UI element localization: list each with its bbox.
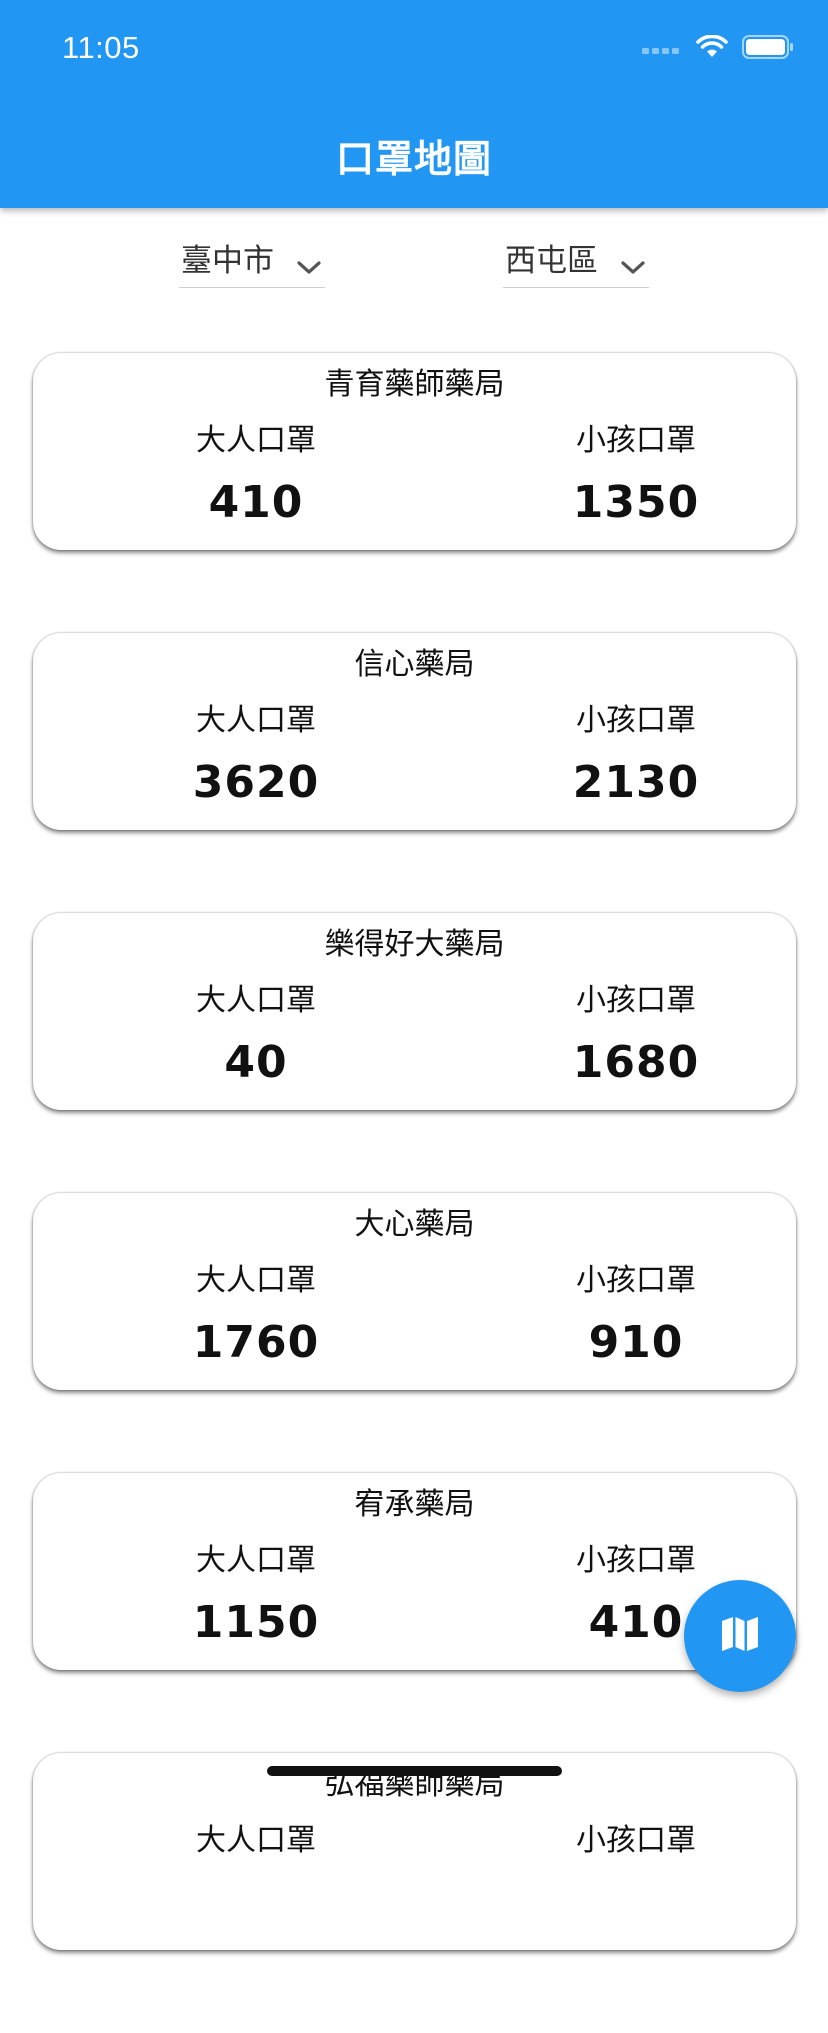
child-mask-label: 小孩口罩	[576, 1543, 696, 1578]
chevron-down-icon	[619, 249, 647, 274]
child-mask-count: 1350	[572, 477, 700, 528]
adult-mask-label: 大人口罩	[196, 703, 316, 738]
map-fab-button[interactable]	[684, 1580, 796, 1692]
child-mask-count: 1680	[572, 1037, 700, 1088]
pharmacy-card[interactable]: 樂得好大藥局 大人口罩 40 小孩口罩 1680	[33, 913, 796, 1110]
adult-mask-count: 3620	[192, 757, 320, 808]
child-mask-column: 小孩口罩	[506, 1815, 766, 1877]
pharmacy-name: 大心藥局	[354, 1207, 475, 1242]
pharmacy-name: 宥承藥局	[354, 1487, 475, 1522]
city-dropdown[interactable]: 臺中市	[179, 228, 325, 288]
child-mask-count: 910	[588, 1317, 684, 1368]
home-indicator	[267, 1766, 562, 1776]
status-time: 11:05	[62, 30, 140, 65]
adult-mask-label: 大人口罩	[196, 1263, 316, 1298]
pharmacy-card[interactable]: 弘福藥師藥局 大人口罩 小孩口罩	[33, 1753, 796, 1950]
pharmacy-name: 樂得好大藥局	[324, 927, 505, 962]
child-mask-column: 小孩口罩 1350	[506, 415, 766, 528]
district-dropdown[interactable]: 西屯區	[503, 228, 649, 288]
pharmacy-card[interactable]: 宥承藥局 大人口罩 1150 小孩口罩 410	[33, 1473, 796, 1670]
adult-mask-column: 大人口罩	[126, 1815, 386, 1877]
adult-mask-label: 大人口罩	[196, 983, 316, 1018]
adult-mask-count: 1760	[192, 1317, 320, 1368]
adult-mask-label: 大人口罩	[196, 1543, 316, 1578]
child-mask-count: 2130	[572, 757, 700, 808]
child-mask-label: 小孩口罩	[576, 423, 696, 458]
child-mask-column: 小孩口罩 910	[506, 1255, 766, 1368]
pharmacy-name: 信心藥局	[354, 647, 475, 682]
child-mask-label: 小孩口罩	[576, 1823, 696, 1858]
adult-mask-column: 大人口罩 40	[126, 975, 386, 1088]
adult-mask-count: 410	[208, 477, 304, 528]
child-mask-column: 小孩口罩 2130	[506, 695, 766, 808]
child-mask-label: 小孩口罩	[576, 983, 696, 1018]
adult-mask-label: 大人口罩	[196, 423, 316, 458]
battery-icon	[742, 35, 794, 63]
map-icon	[720, 1615, 760, 1657]
adult-mask-label: 大人口罩	[196, 1823, 316, 1858]
pharmacy-card[interactable]: 大心藥局 大人口罩 1760 小孩口罩 910	[33, 1193, 796, 1390]
wifi-icon	[696, 34, 728, 63]
child-mask-label: 小孩口罩	[576, 1263, 696, 1298]
child-mask-label: 小孩口罩	[576, 703, 696, 738]
adult-mask-count: 40	[224, 1037, 288, 1088]
pharmacy-card[interactable]: 青育藥師藥局 大人口罩 410 小孩口罩 1350	[33, 353, 796, 550]
district-dropdown-value: 西屯區	[505, 243, 598, 279]
signal-icon	[642, 40, 680, 59]
page-title: 口罩地圖	[335, 137, 492, 181]
pharmacy-card[interactable]: 信心藥局 大人口罩 3620 小孩口罩 2130	[33, 633, 796, 830]
pharmacy-name: 青育藥師藥局	[324, 367, 505, 402]
adult-mask-column: 大人口罩 1760	[126, 1255, 386, 1368]
adult-mask-column: 大人口罩 3620	[126, 695, 386, 808]
child-mask-column: 小孩口罩 1680	[506, 975, 766, 1088]
app-bar: 11:05 口罩地圖	[0, 0, 828, 208]
status-icons	[642, 34, 794, 64]
chevron-down-icon	[295, 249, 323, 274]
adult-mask-column: 大人口罩 410	[126, 415, 386, 528]
adult-mask-count: 1150	[192, 1597, 320, 1648]
city-dropdown-value: 臺中市	[181, 243, 274, 279]
pharmacy-list[interactable]: 青育藥師藥局 大人口罩 410 小孩口罩 1350 信心藥局 大人口罩 3620…	[33, 353, 796, 2033]
adult-mask-column: 大人口罩 1150	[126, 1535, 386, 1648]
